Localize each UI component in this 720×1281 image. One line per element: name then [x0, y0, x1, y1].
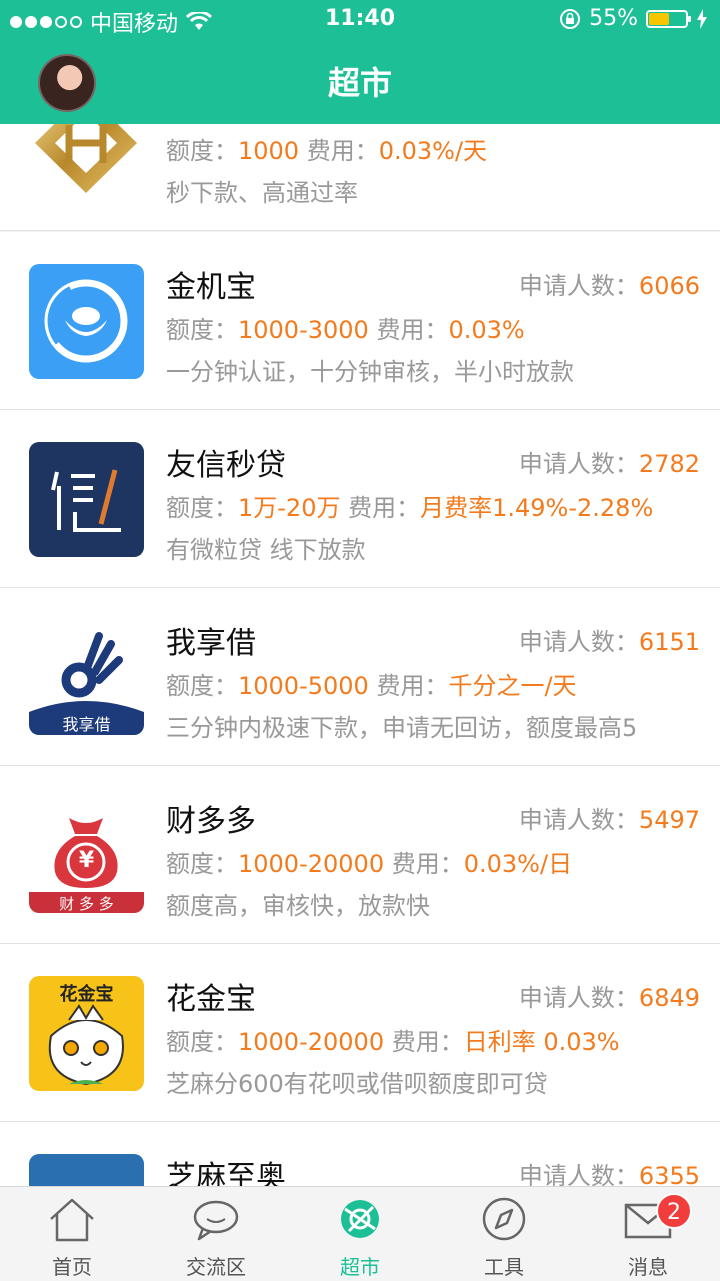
item-amount-fee: 额度：1000 费用：0.03%/天 — [166, 137, 488, 165]
item-description: 有微粒贷 线下放款 — [166, 536, 366, 564]
page-title: 超市 — [327, 64, 392, 102]
item-applicants: 申请人数：6151 — [518, 628, 700, 656]
list-item[interactable]: 额度：1000 费用：0.03%/天 秒下款、高通过率 — [0, 124, 720, 231]
diamond-logo-icon — [35, 124, 137, 193]
tab-community[interactable]: 交流区 — [144, 1187, 288, 1281]
item-name: 花金宝 — [166, 982, 256, 1017]
item-description: 芝麻分600有花呗或借呗额度即可贷 — [166, 1070, 548, 1098]
status-right: 55% — [559, 6, 708, 31]
market-icon — [341, 1200, 379, 1238]
item-amount-fee: 额度：1000-3000 费用：0.03% — [166, 316, 525, 344]
item-name: 我享借 — [166, 626, 256, 661]
tab-tools[interactable]: 工具 — [432, 1187, 576, 1281]
status-bar: 中国移动 11:40 55% — [0, 0, 720, 40]
tab-label: 消息 — [628, 1255, 668, 1279]
tab-label: 工具 — [484, 1255, 524, 1279]
item-name: 金机宝 — [166, 270, 256, 305]
logo-text: 花金宝 — [59, 984, 114, 1005]
logo-text: 我享借 — [62, 715, 111, 734]
list-item[interactable]: 友信秒贷 申请人数：2782 额度：1万-20万 费用：月费率1.49%-2.2… — [0, 410, 720, 588]
item-applicants: 申请人数：2782 — [518, 450, 700, 478]
item-amount-fee: 额度：1000-20000 费用：0.03%/日 — [166, 850, 573, 878]
product-logo — [29, 1154, 144, 1186]
battery-icon — [646, 9, 691, 28]
home-icon — [50, 1198, 94, 1242]
tab-bar: 首页 交流区 超市 工具 2 消息 — [0, 1186, 720, 1281]
product-logo: ¥ 财 多 多 — [29, 798, 144, 913]
item-description: 秒下款、高通过率 — [166, 179, 358, 207]
tab-label: 超市 — [340, 1255, 380, 1279]
item-applicants: 申请人数：6355 — [518, 1162, 700, 1186]
item-amount-fee: 额度：1000-5000 费用：千分之一/天 — [166, 672, 577, 700]
item-name: 友信秒贷 — [166, 448, 286, 483]
item-applicants: 申请人数：5497 — [518, 806, 700, 834]
item-description: 额度高，审核快，放款快 — [166, 892, 430, 920]
item-name: 财多多 — [166, 804, 256, 839]
list-item[interactable]: 芝麻至奥 申请人数：6355 — [0, 1122, 720, 1186]
item-amount-fee: 额度：1000-20000 费用：日利率 0.03% — [166, 1028, 620, 1056]
top-bar: 中国移动 11:40 55% 超市 — [0, 0, 720, 124]
tab-messages[interactable]: 2 消息 — [576, 1187, 720, 1281]
tab-home[interactable]: 首页 — [0, 1187, 144, 1281]
item-amount-fee: 额度：1万-20万 费用：月费率1.49%-2.28% — [166, 494, 654, 522]
list-item[interactable]: ¥ 财 多 多 财多多 申请人数：5497 额度：1000-20000 费用：0… — [0, 766, 720, 944]
product-logo: 我享借 — [29, 620, 144, 735]
item-applicants: 申请人数：6849 — [518, 984, 700, 1012]
compass-icon — [482, 1197, 526, 1241]
product-list[interactable]: 额度：1000 费用：0.03%/天 秒下款、高通过率 金机宝 申请人数：606… — [0, 124, 720, 1186]
battery-percent: 55% — [589, 6, 638, 31]
item-description: 三分钟内极速下款，申请无回访，额度最高5 — [166, 714, 638, 742]
list-item[interactable]: 我享借 我享借 申请人数：6151 额度：1000-5000 费用：千分之一/天… — [0, 588, 720, 766]
logo-symbol: ¥ — [78, 848, 95, 873]
xin-logo-icon — [51, 469, 121, 532]
ingot-icon — [44, 279, 128, 363]
list-item[interactable]: 花金宝 花金宝 申请人数：6849 额度：1000-20000 费用：日利率 0… — [0, 944, 720, 1122]
product-logo — [29, 124, 144, 200]
product-logo — [29, 442, 144, 557]
tab-label: 交流区 — [186, 1255, 246, 1279]
product-logo: 花金宝 — [29, 976, 144, 1091]
logo-text: 财 多 多 — [59, 895, 114, 913]
rotation-lock-icon — [560, 8, 581, 29]
product-logo — [29, 264, 144, 379]
item-description: 一分钟认证，十分钟审核，半小时放款 — [166, 358, 574, 386]
item-name: 芝麻至奥 — [166, 1160, 286, 1186]
chat-icon — [193, 1200, 239, 1241]
unread-badge: 2 — [656, 1193, 692, 1229]
nav-bar: 超市 — [0, 40, 720, 124]
list-item[interactable]: 金机宝 申请人数：6066 额度：1000-3000 费用：0.03% 一分钟认… — [0, 232, 720, 410]
item-applicants: 申请人数：6066 — [518, 272, 700, 300]
tab-market[interactable]: 超市 — [288, 1187, 432, 1281]
tab-label: 首页 — [52, 1255, 92, 1279]
charging-icon — [697, 8, 707, 29]
